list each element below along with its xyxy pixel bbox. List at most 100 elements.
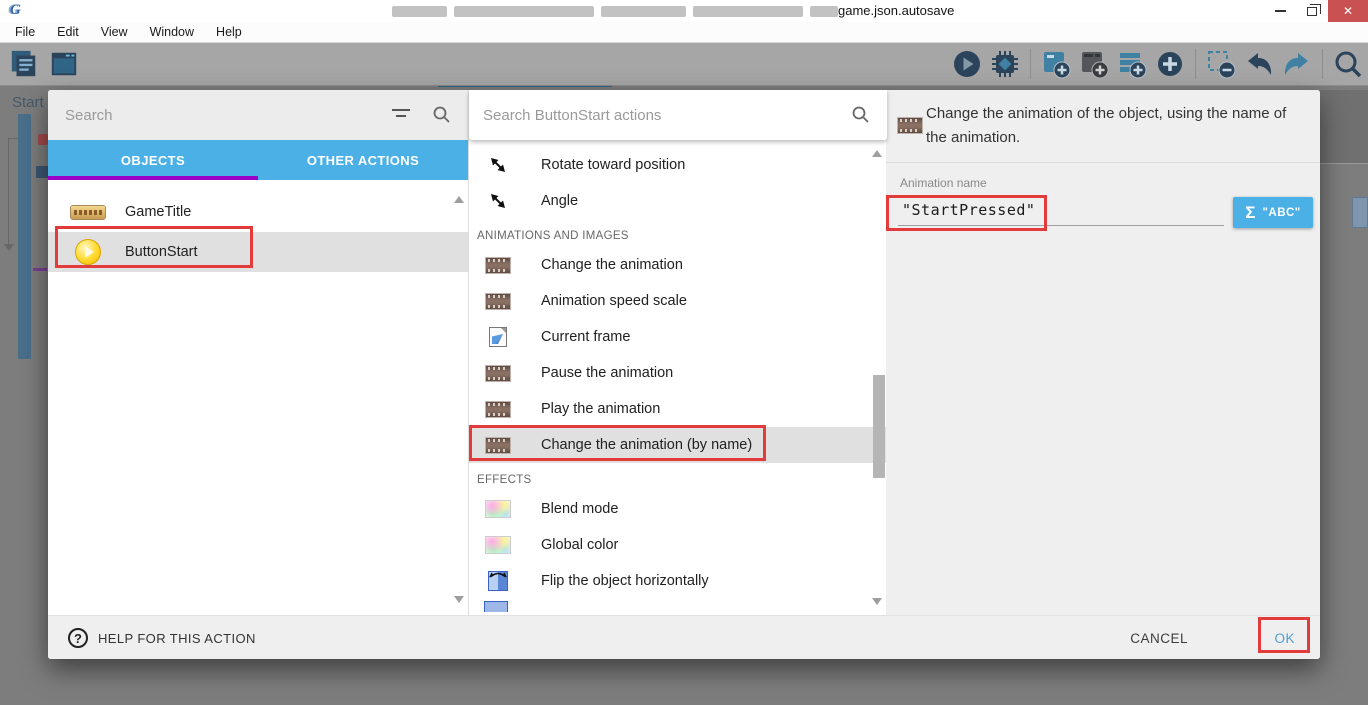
object-panel: OBJECTS OTHER ACTIONS GameTitleButtonSta… (48, 90, 468, 615)
menu-item-file[interactable]: File (4, 25, 46, 39)
scrollbar-thumb[interactable] (873, 375, 885, 478)
animation-name-input[interactable] (898, 194, 1224, 226)
search-icon[interactable] (432, 105, 452, 125)
events-tree-line (8, 138, 9, 246)
action-item[interactable]: Change the animation (by name) (469, 427, 887, 463)
tab-other-actions[interactable]: OTHER ACTIONS (258, 140, 468, 180)
toolbar-right (951, 48, 1364, 80)
undo-icon[interactable] (1243, 48, 1275, 80)
close-button[interactable]: ✕ (1328, 0, 1368, 22)
delete-event-icon[interactable] (1205, 48, 1237, 80)
expression-editor-button[interactable]: Σ "ABC" (1233, 197, 1313, 228)
toolbar-divider (1195, 49, 1196, 79)
action-item[interactable]: Pause the animation (469, 355, 887, 391)
action-section-header: ANIMATIONS AND IMAGES (469, 219, 887, 247)
search-icon[interactable] (1332, 48, 1364, 80)
events-fragment (33, 268, 47, 271)
object-search-bar (48, 90, 468, 140)
object-item-buttonstart[interactable]: ButtonStart (48, 232, 468, 272)
object-list: GameTitleButtonStart (48, 180, 468, 615)
add-event-icon[interactable] (1154, 48, 1186, 80)
action-item[interactable]: Angle (469, 183, 887, 219)
menu-bar: FileEditViewWindowHelp (0, 22, 1368, 43)
events-sheet-fragment (1320, 163, 1368, 164)
action-section-header: EFFECTS (469, 463, 887, 491)
ok-button[interactable]: OK (1274, 616, 1295, 659)
action-item[interactable]: Play the animation (469, 391, 887, 427)
buttonstart-thumbnail (68, 239, 108, 265)
menu-item-view[interactable]: View (90, 25, 139, 39)
action-item-label: Animation speed scale (541, 293, 687, 309)
events-sheet-fragment (18, 114, 31, 359)
scene-editor-icon[interactable] (48, 48, 80, 80)
menu-item-edit[interactable]: Edit (46, 25, 90, 39)
film-icon (484, 293, 512, 310)
scroll-down-arrow[interactable] (454, 596, 464, 603)
action-item[interactable]: Flip the object horizontally (469, 563, 887, 599)
add-comment-icon[interactable] (1116, 48, 1148, 80)
scroll-up-arrow[interactable] (872, 150, 882, 157)
action-item[interactable]: Blend mode (469, 491, 887, 527)
gametitle-thumbnail (68, 206, 108, 219)
rotate-icon (484, 191, 512, 211)
restore-button[interactable] (1296, 0, 1328, 22)
help-link[interactable]: ? HELP FOR THIS ACTION (68, 616, 256, 659)
preview-play-icon[interactable] (951, 48, 983, 80)
action-item-label: Rotate toward position (541, 157, 685, 173)
film-icon (484, 365, 512, 382)
film-icon (484, 401, 512, 418)
gdevelop-window: G game.json.autosave ✕ FileEditViewWindo… (0, 0, 1368, 705)
action-item[interactable]: Global color (469, 527, 887, 563)
minimize-button[interactable] (1264, 0, 1296, 22)
scroll-up-arrow[interactable] (454, 196, 464, 203)
project-manager-icon[interactable] (8, 48, 40, 80)
dialog-footer: ? HELP FOR THIS ACTION CANCEL OK (48, 615, 1320, 659)
object-panel-tabs: OBJECTS OTHER ACTIONS (48, 140, 468, 180)
debug-icon[interactable] (989, 48, 1021, 80)
flip-icon (484, 571, 512, 591)
toolbar (0, 43, 1368, 86)
action-description: Change the animation of the object, usin… (926, 102, 1298, 150)
filter-icon[interactable] (392, 109, 410, 121)
add-subevent-icon[interactable] (1078, 48, 1110, 80)
action-list: Rotate toward position Angle ANIMATIONS AN… (469, 140, 887, 612)
cancel-button[interactable]: CANCEL (1130, 616, 1188, 659)
scroll-down-arrow[interactable] (872, 598, 882, 605)
film-icon (484, 437, 512, 454)
scene-tab-label: Start (12, 94, 44, 111)
action-item[interactable]: Change the animation (469, 247, 887, 283)
animation-name-label: Animation name (900, 176, 987, 190)
object-search-input[interactable] (65, 90, 395, 140)
action-item[interactable]: Rotate toward position (469, 147, 887, 183)
menu-item-help[interactable]: Help (205, 25, 253, 39)
action-item-label: Pause the animation (541, 365, 673, 381)
search-icon[interactable] (851, 105, 871, 125)
action-item-label: Flip the object horizontally (541, 573, 709, 589)
expression-button-label: "ABC" (1262, 207, 1300, 219)
window-title: game.json.autosave (838, 3, 954, 18)
action-item[interactable]: Animation speed scale (469, 283, 887, 319)
events-tree-arrow (4, 244, 14, 251)
action-item-label: Angle (541, 193, 578, 209)
film-icon (484, 257, 512, 274)
action-item[interactable]: Current frame (469, 319, 887, 355)
action-item-label: Global color (541, 537, 618, 553)
redo-icon[interactable] (1281, 48, 1313, 80)
title-redacted-path (392, 6, 838, 17)
object-item-gametitle[interactable]: GameTitle (48, 192, 468, 232)
action-item-label: Play the animation (541, 401, 660, 417)
film-icon (897, 117, 923, 134)
menu-item-window[interactable]: Window (139, 25, 205, 39)
action-editor-dialog: OBJECTS OTHER ACTIONS GameTitleButtonSta… (48, 90, 1320, 659)
toolbar-left (8, 48, 80, 80)
action-search-input[interactable] (483, 90, 823, 140)
rainbow-icon (484, 500, 512, 518)
toolbar-divider (1030, 49, 1031, 79)
add-object-icon[interactable] (1040, 48, 1072, 80)
events-icon-fragment (38, 134, 48, 145)
clipped-action-item (484, 601, 508, 612)
action-item-label: Blend mode (541, 501, 618, 517)
tab-objects[interactable]: OBJECTS (48, 140, 258, 180)
help-icon: ? (68, 628, 88, 648)
toolbar-divider (1322, 49, 1323, 79)
